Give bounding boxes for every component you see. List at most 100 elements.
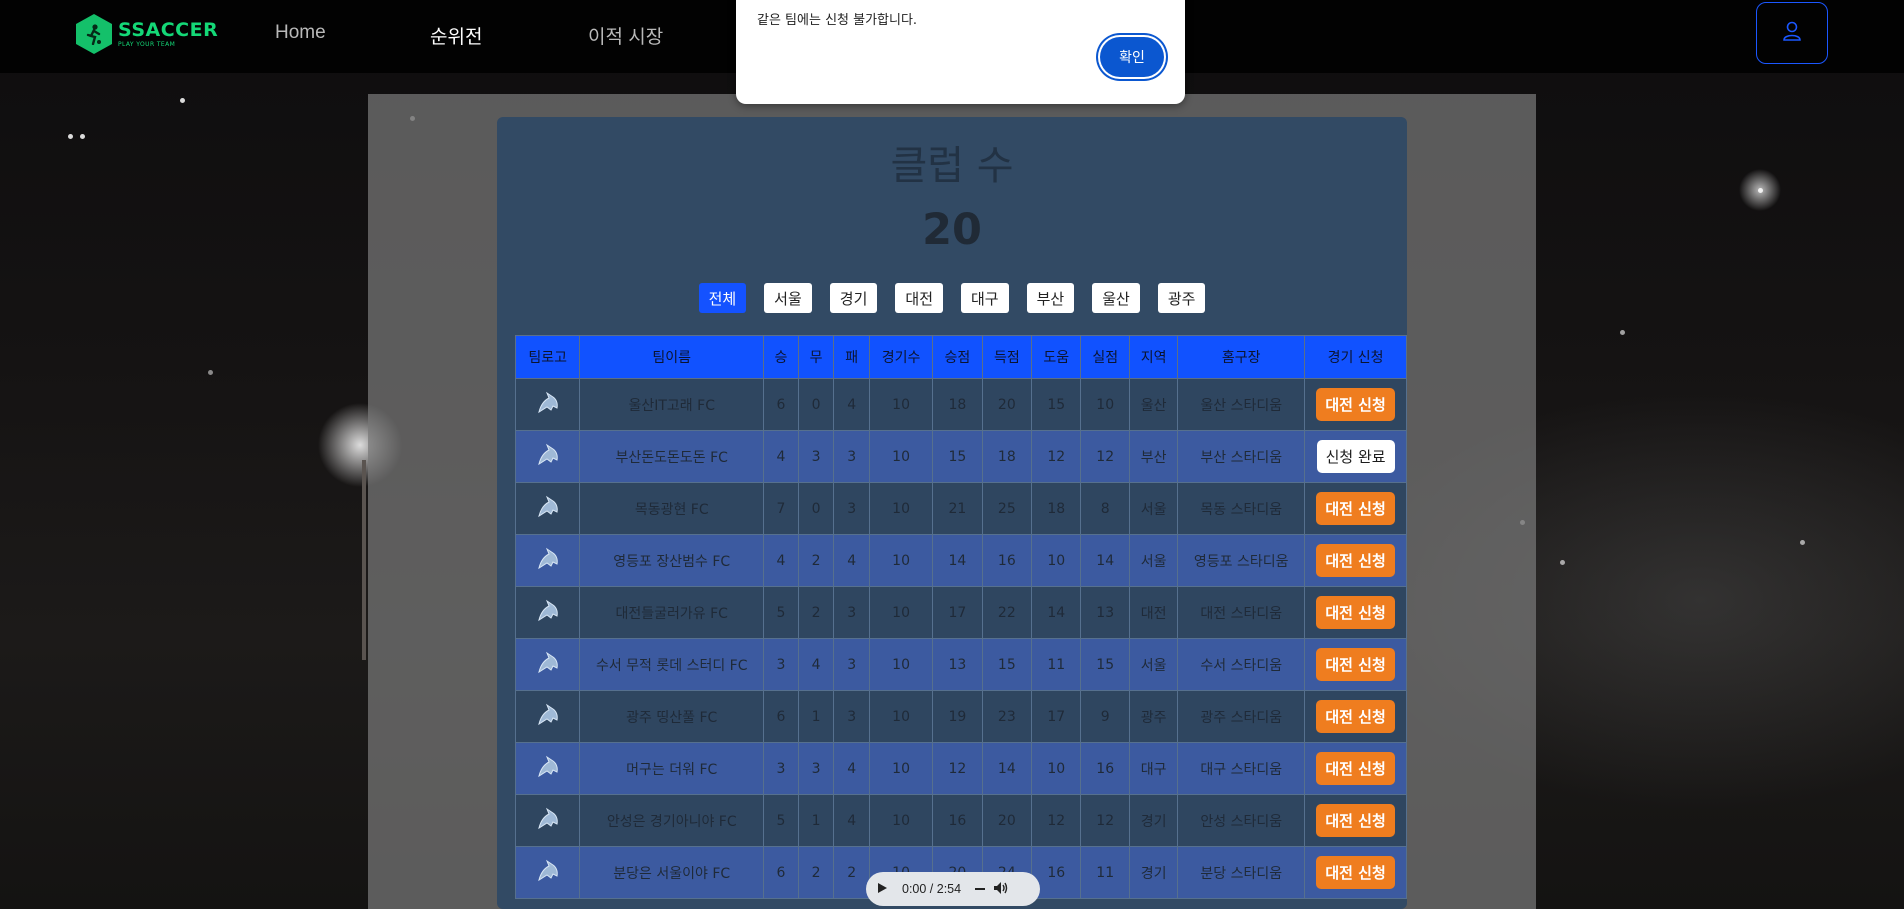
filter-seoul[interactable]: 서울 xyxy=(764,283,812,313)
games-cell: 10 xyxy=(868,690,934,743)
conceded-cell: 14 xyxy=(1080,534,1130,587)
stadium-cell: 수서 스타디움 xyxy=(1177,638,1306,691)
header-conceded: 실점 xyxy=(1080,335,1130,379)
match-request-button[interactable]: 대전 신청 xyxy=(1316,856,1395,889)
region-cell: 광주 xyxy=(1128,690,1179,743)
team-name-cell: 분당은 서울이야 FC xyxy=(579,846,765,899)
goals-cell: 23 xyxy=(981,690,1033,743)
volume-icon[interactable] xyxy=(993,881,1009,898)
points-cell: 19 xyxy=(932,690,983,743)
filter-daejeon[interactable]: 대전 xyxy=(895,283,943,313)
table-row: 울산IT고래 FC 6 0 4 10 18 20 15 10 울산 울산 스타디움 대전 신청 xyxy=(514,378,1407,431)
points-cell: 16 xyxy=(932,794,983,847)
region-cell: 대구 xyxy=(1128,742,1179,795)
request-complete-button[interactable]: 신청 완료 xyxy=(1316,440,1395,473)
team-name-cell: 목동광현 FC xyxy=(579,482,765,535)
team-name-cell: 영등포 장산범수 FC xyxy=(579,534,765,587)
draws-cell: 2 xyxy=(797,586,835,639)
nav-home[interactable]: Home xyxy=(275,22,326,44)
table-header-row: 팀로고 팀이름 승 무 패 경기수 승점 득점 도움 실점 지역 홈구장 경기 … xyxy=(514,335,1407,379)
match-request-cell: 대전 신청 xyxy=(1304,586,1407,639)
stadium-cell: 광주 스타디움 xyxy=(1177,690,1306,743)
losses-cell: 2 xyxy=(833,846,870,899)
team-emblem-icon xyxy=(535,390,561,420)
logo[interactable]: SSACCER PLAY YOUR TEAM xyxy=(76,14,218,54)
assists-cell: 12 xyxy=(1031,794,1082,847)
points-cell: 14 xyxy=(932,534,983,587)
losses-cell: 3 xyxy=(833,586,870,639)
team-name-cell: 안성은 경기아니야 FC xyxy=(579,794,765,847)
team-logo-cell xyxy=(514,742,581,795)
team-logo-cell xyxy=(514,482,581,535)
header-goals: 득점 xyxy=(981,335,1033,379)
user-button[interactable] xyxy=(1756,2,1828,64)
header-assists: 도움 xyxy=(1031,335,1082,379)
team-name-cell: 광주 띵산풀 FC xyxy=(579,690,765,743)
stadium-cell: 울산 스타디움 xyxy=(1177,378,1306,431)
filter-gwangju[interactable]: 광주 xyxy=(1157,283,1206,313)
match-request-cell: 대전 신청 xyxy=(1304,742,1407,795)
match-request-button[interactable]: 대전 신청 xyxy=(1316,804,1395,837)
filter-gyeonggi[interactable]: 경기 xyxy=(829,283,878,313)
draws-cell: 0 xyxy=(797,378,835,431)
more-icon[interactable] xyxy=(975,882,986,897)
header-points: 승점 xyxy=(932,335,983,379)
team-logo-cell xyxy=(514,378,581,431)
match-request-button[interactable]: 대전 신청 xyxy=(1316,648,1395,681)
alert-dialog: 같은 팀에는 신청 불가합니다. 확인 xyxy=(736,0,1185,104)
games-cell: 10 xyxy=(868,378,934,431)
team-emblem-icon xyxy=(535,702,561,732)
wins-cell: 5 xyxy=(763,794,799,847)
points-cell: 17 xyxy=(932,586,983,639)
region-cell: 서울 xyxy=(1128,638,1179,691)
games-cell: 10 xyxy=(868,794,934,847)
nav-ranking[interactable]: 순위전 xyxy=(430,22,482,49)
team-emblem-icon xyxy=(535,806,561,836)
draws-cell: 3 xyxy=(797,430,835,483)
assists-cell: 14 xyxy=(1031,586,1082,639)
team-emblem-icon xyxy=(535,754,561,784)
region-cell: 부산 xyxy=(1128,430,1179,483)
draws-cell: 1 xyxy=(797,794,835,847)
match-request-button[interactable]: 대전 신청 xyxy=(1316,544,1395,577)
match-request-button[interactable]: 대전 신청 xyxy=(1316,492,1395,525)
header-draws: 무 xyxy=(797,335,835,379)
region-filters: 전체 서울 경기 대전 대구 부산 울산 광주 xyxy=(497,283,1407,313)
points-cell: 12 xyxy=(932,742,983,795)
games-cell: 10 xyxy=(868,534,934,587)
match-request-button[interactable]: 대전 신청 xyxy=(1316,596,1395,629)
stadium-cell: 부산 스타디움 xyxy=(1177,430,1306,483)
team-table: 팀로고 팀이름 승 무 패 경기수 승점 득점 도움 실점 지역 홈구장 경기 … xyxy=(514,335,1407,899)
nav-transfer-market[interactable]: 이적 시장 xyxy=(588,22,663,49)
alert-message: 같은 팀에는 신청 불가합니다. xyxy=(757,13,918,28)
assists-cell: 18 xyxy=(1031,482,1082,535)
assists-cell: 11 xyxy=(1031,638,1082,691)
user-icon xyxy=(1781,20,1803,46)
goals-cell: 16 xyxy=(981,534,1033,587)
team-logo-cell xyxy=(514,846,581,899)
match-request-cell: 신청 완료 xyxy=(1304,430,1407,483)
filter-ulsan[interactable]: 울산 xyxy=(1092,283,1140,313)
table-row: 대전들굴러가유 FC 5 2 3 10 17 22 14 13 대전 대전 스타디움 대전 신청 xyxy=(514,586,1407,639)
match-request-button[interactable]: 대전 신청 xyxy=(1316,700,1395,733)
points-cell: 15 xyxy=(932,430,983,483)
goals-cell: 20 xyxy=(981,794,1033,847)
alert-ok-button[interactable]: 확인 xyxy=(1100,37,1164,77)
match-request-button[interactable]: 대전 신청 xyxy=(1316,388,1395,421)
points-cell: 21 xyxy=(932,482,983,535)
games-cell: 10 xyxy=(868,742,934,795)
filter-busan[interactable]: 부산 xyxy=(1026,283,1075,313)
region-cell: 경기 xyxy=(1128,794,1179,847)
conceded-cell: 15 xyxy=(1080,638,1130,691)
play-icon[interactable] xyxy=(876,882,888,897)
filter-all[interactable]: 전체 xyxy=(698,283,747,313)
filter-daegu[interactable]: 대구 xyxy=(961,283,1009,313)
match-request-cell: 대전 신청 xyxy=(1304,534,1407,587)
losses-cell: 4 xyxy=(833,534,870,587)
losses-cell: 4 xyxy=(833,794,870,847)
conceded-cell: 8 xyxy=(1080,482,1130,535)
logo-tagline: PLAY YOUR TEAM xyxy=(118,40,176,48)
match-request-cell: 대전 신청 xyxy=(1304,846,1407,899)
match-request-button[interactable]: 대전 신청 xyxy=(1316,752,1395,785)
audio-time: 0:00 / 2:54 xyxy=(902,882,962,896)
